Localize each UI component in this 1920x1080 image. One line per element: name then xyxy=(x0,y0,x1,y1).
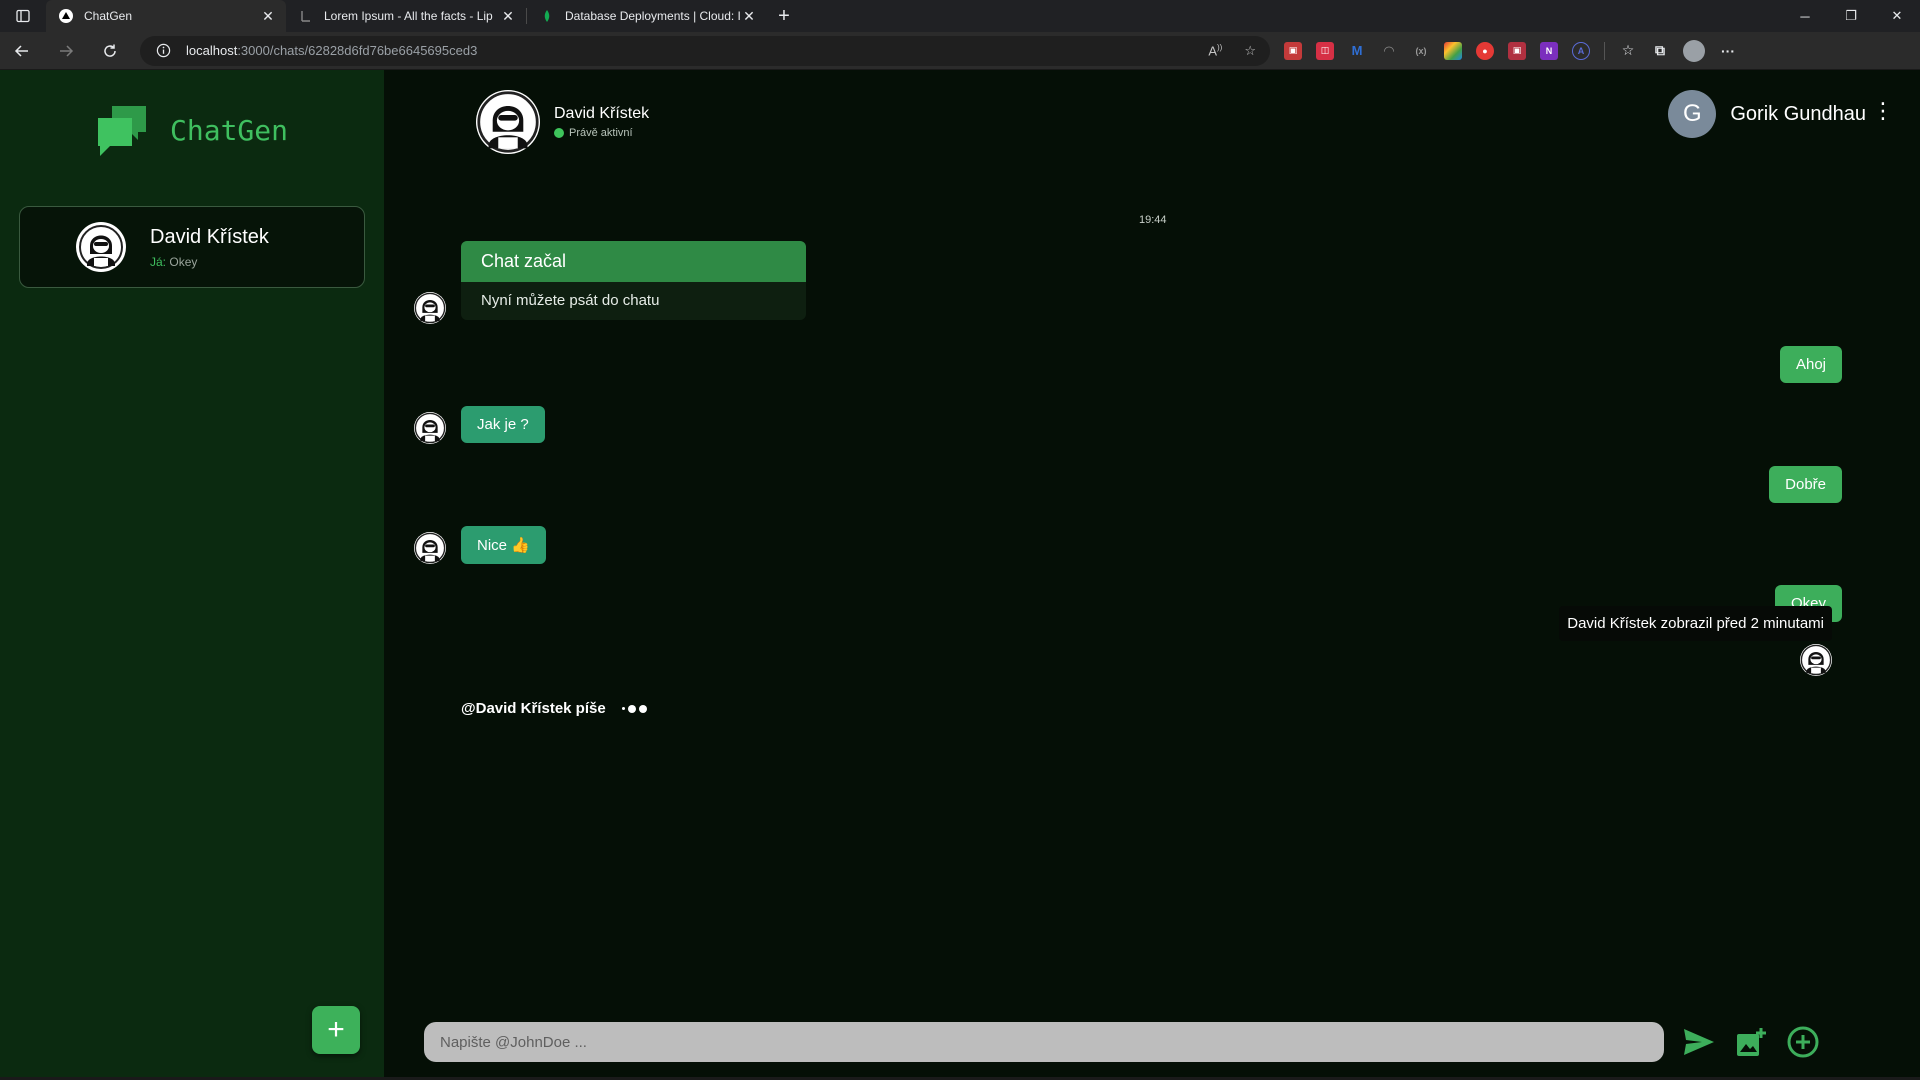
chat-started-card: Chat začal Nyní můžete psát do chatu xyxy=(461,241,806,320)
typing-indicator: @David Křístek píše xyxy=(461,700,647,717)
close-window-icon[interactable]: ✕ xyxy=(1874,0,1920,32)
kebab-menu-icon[interactable]: ⋮ xyxy=(1872,100,1894,122)
collections-icon[interactable]: ⧉ xyxy=(1651,42,1669,60)
tab-title: Lorem Ipsum - All the facts - Lip xyxy=(324,9,493,23)
add-image-icon[interactable] xyxy=(1732,1023,1770,1061)
message-composer xyxy=(424,1022,1822,1062)
restore-icon[interactable]: ❐ xyxy=(1828,0,1874,32)
extension-pdf-icon[interactable]: ◫ xyxy=(1316,41,1334,60)
read-aloud-icon[interactable]: A)) xyxy=(1208,43,1222,59)
chat-started-title: Chat začal xyxy=(461,241,806,282)
online-status-icon xyxy=(554,128,564,138)
add-attachment-icon[interactable] xyxy=(1784,1023,1822,1061)
forward-icon[interactable] xyxy=(44,32,88,70)
back-icon[interactable] xyxy=(0,32,44,70)
contact-info[interactable]: David Křístek Právě aktivní xyxy=(476,90,649,154)
send-icon[interactable] xyxy=(1680,1023,1718,1061)
browser-toolbar: localhost:3000/chats/62828d6fd76be664569… xyxy=(0,32,1920,70)
conversation-name: David Křístek xyxy=(150,225,269,248)
close-tab-icon[interactable]: ✕ xyxy=(741,8,757,25)
url-path: :3000/chats/62828d6fd76be6645695ced3 xyxy=(237,43,478,58)
browser-tab-strip: ChatGen ✕ Lorem Ipsum - All the facts - … xyxy=(0,0,1920,32)
tab-chatgen[interactable]: ChatGen ✕ xyxy=(46,0,286,32)
url-host: localhost xyxy=(186,43,238,58)
message-timestamp: 19:44 xyxy=(1139,214,1167,226)
brand-name: ChatGen xyxy=(170,113,289,147)
status-text: Právě aktivní xyxy=(569,127,633,139)
extensions-bar: ▣ ◫ M ◠ (x) ● ▣ N A ☆ ⧉ ··· xyxy=(1284,39,1737,62)
sidebar-toggle-icon[interactable] xyxy=(0,0,46,32)
contact-name: David Křístek xyxy=(554,105,650,122)
close-tab-icon[interactable]: ✕ xyxy=(260,8,276,25)
chat-bubbles-logo-icon xyxy=(94,102,150,158)
tab-title: Database Deployments | Cloud: I xyxy=(565,9,741,23)
extension-red-icon[interactable]: ▣ xyxy=(1284,41,1302,60)
more-icon[interactable]: ··· xyxy=(1719,42,1737,60)
chat-started-body: Nyní můžete psát do chatu xyxy=(481,292,660,309)
extension-m-icon[interactable]: M xyxy=(1348,42,1366,60)
address-bar[interactable]: localhost:3000/chats/62828d6fd76be664569… xyxy=(140,35,1270,66)
extension-record-icon[interactable]: ● xyxy=(1476,41,1494,60)
new-chat-button[interactable]: + xyxy=(312,1006,360,1054)
favorites-icon[interactable]: ☆ xyxy=(1619,42,1637,60)
chatgen-app: ChatGen David Křístek Já: Okey + David K… xyxy=(0,70,1920,1077)
extension-brackets-icon[interactable]: (x) xyxy=(1412,42,1430,60)
user-name: Gorik Gundhau xyxy=(1730,102,1866,125)
reload-icon[interactable] xyxy=(88,32,132,70)
profile-icon[interactable] xyxy=(1683,39,1705,62)
new-tab-icon[interactable]: + xyxy=(767,0,801,32)
message-bubble-outgoing[interactable]: Ahoj xyxy=(1779,346,1842,383)
divider xyxy=(1604,41,1605,60)
info-icon[interactable] xyxy=(154,42,172,60)
message-bubble-incoming[interactable]: Nice 👍 xyxy=(461,526,546,564)
message-bubble-incoming[interactable]: Jak je ? xyxy=(461,406,545,443)
extension-capture-icon[interactable]: ▣ xyxy=(1508,41,1526,60)
message-input[interactable] xyxy=(424,1022,1664,1062)
favorite-add-icon[interactable]: ☆ xyxy=(1244,43,1256,59)
chat-main: David Křístek Právě aktivní G Gorik Gund… xyxy=(384,70,1920,1077)
last-message-text: Okey xyxy=(169,254,198,269)
conversation-item[interactable]: David Křístek Já: Okey xyxy=(19,206,365,288)
sidebar: ChatGen David Křístek Já: Okey + xyxy=(0,70,384,1077)
extension-purple-icon[interactable]: N xyxy=(1540,41,1558,60)
current-user[interactable]: G Gorik Gundhau xyxy=(1668,90,1866,138)
chatgen-favicon-icon xyxy=(58,8,74,24)
user-avatar: G xyxy=(1668,90,1717,138)
close-tab-icon[interactable]: ✕ xyxy=(500,8,516,25)
extension-a-icon[interactable]: A xyxy=(1572,41,1590,60)
mongodb-leaf-icon xyxy=(539,8,555,24)
last-message-prefix: Já: xyxy=(150,254,167,269)
tab-title: ChatGen xyxy=(84,9,133,23)
tab-lorem-ipsum[interactable]: Lorem Ipsum - All the facts - Lip ✕ xyxy=(286,0,526,32)
typing-dots-icon xyxy=(621,704,647,713)
contact-status: Právě aktivní xyxy=(554,127,649,139)
hacker-avatar-icon xyxy=(476,90,540,154)
seen-tooltip: David Křístek zobrazil před 2 minutami xyxy=(1559,606,1832,641)
lipsum-favicon-icon xyxy=(298,8,314,24)
hacker-avatar-icon xyxy=(414,532,446,564)
extension-headphones-icon[interactable]: ◠ xyxy=(1380,42,1398,60)
hacker-avatar-icon xyxy=(414,292,446,324)
chat-header: David Křístek Právě aktivní G Gorik Gund… xyxy=(384,70,1920,160)
seen-by-avatar-icon[interactable] xyxy=(1800,644,1832,676)
hacker-avatar-icon xyxy=(414,412,446,444)
extension-colorpicker-icon[interactable] xyxy=(1444,41,1462,60)
tab-database-deployments[interactable]: Database Deployments | Cloud: I ✕ xyxy=(527,0,767,32)
minimize-icon[interactable]: ─ xyxy=(1782,0,1828,32)
brand: ChatGen xyxy=(94,102,288,158)
message-bubble-outgoing[interactable]: Dobře xyxy=(1769,466,1842,503)
conversation-last-message: Já: Okey xyxy=(150,255,269,269)
window-controls: ─ ❐ ✕ xyxy=(1782,0,1920,32)
hacker-avatar-icon xyxy=(76,222,126,272)
typing-text: @David Křístek píše xyxy=(461,700,606,717)
